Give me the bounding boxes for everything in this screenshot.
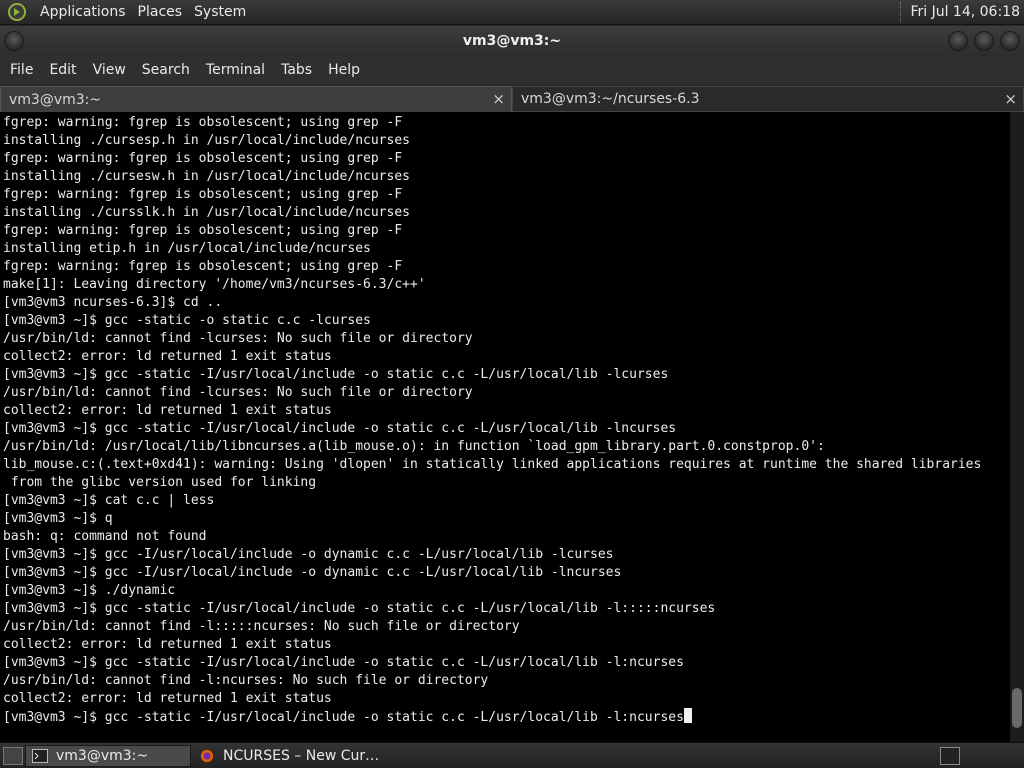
tab-ncurses-label: vm3@vm3:~/ncurses-6.3 (521, 91, 700, 107)
menu-search[interactable]: Search (136, 62, 196, 78)
menu-tabs[interactable]: Tabs (275, 62, 318, 78)
taskbar-item-terminal[interactable]: vm3@vm3:~ (25, 744, 191, 767)
menu-terminal[interactable]: Terminal (200, 62, 271, 78)
close-tab-icon[interactable]: × (1004, 90, 1017, 108)
terminal-line: /usr/bin/ld: cannot find -l:::::ncurses:… (3, 619, 520, 634)
terminal-line: [vm3@vm3 ~]$ ./dynamic (3, 583, 176, 598)
system-menu[interactable]: System (188, 4, 252, 20)
scrollbar-thumb[interactable] (1012, 688, 1022, 728)
terminal-line: fgrep: warning: fgrep is obsolescent; us… (3, 187, 403, 202)
terminal-line: [vm3@vm3 ncurses-6.3]$ cd .. (3, 295, 223, 310)
terminal-line: installing ./cursesw.h in /usr/local/inc… (3, 169, 410, 184)
terminal-line: [vm3@vm3 ~]$ gcc -I/usr/local/include -o… (3, 565, 622, 580)
terminal-line: bash: q: command not found (3, 529, 207, 544)
terminal-line: /usr/bin/ld: cannot find -lcurses: No su… (3, 385, 473, 400)
clock[interactable]: Fri Jul 14, 06:18 (910, 4, 1024, 20)
terminal-line: /usr/bin/ld: /usr/local/lib/libncurses.a… (3, 439, 825, 454)
terminal-line: [vm3@vm3 ~]$ gcc -static -I/usr/local/in… (3, 601, 716, 616)
terminal-line: installing ./cursesp.h in /usr/local/inc… (3, 133, 410, 148)
terminal-line: collect2: error: ld returned 1 exit stat… (3, 349, 332, 364)
terminal-prompt-line[interactable]: [vm3@vm3 ~]$ gcc -static -I/usr/local/in… (3, 708, 1010, 726)
distro-logo-icon[interactable] (8, 3, 26, 21)
terminal-line: [vm3@vm3 ~]$ gcc -static -I/usr/local/in… (3, 655, 684, 670)
menu-file[interactable]: File (4, 62, 39, 78)
terminal-output[interactable]: fgrep: warning: fgrep is obsolescent; us… (0, 112, 1010, 742)
menu-edit[interactable]: Edit (43, 62, 82, 78)
terminal-launcher-icon[interactable] (940, 747, 960, 765)
terminal-line: /usr/bin/ld: cannot find -lcurses: No su… (3, 331, 473, 346)
terminal-line: collect2: error: ld returned 1 exit stat… (3, 637, 332, 652)
minimize-button[interactable] (948, 31, 968, 51)
terminal-lines: fgrep: warning: fgrep is obsolescent; us… (3, 114, 1010, 708)
terminal-line: fgrep: warning: fgrep is obsolescent; us… (3, 115, 403, 130)
maximize-button[interactable] (974, 31, 994, 51)
terminal-line: installing ./cursslk.h in /usr/local/inc… (3, 205, 410, 220)
terminal-line: fgrep: warning: fgrep is obsolescent; us… (3, 223, 403, 238)
terminal-line: collect2: error: ld returned 1 exit stat… (3, 691, 332, 706)
terminal-line: [vm3@vm3 ~]$ q (3, 511, 113, 526)
tab-home[interactable]: vm3@vm3:~ × (0, 86, 512, 112)
terminal-line: [vm3@vm3 ~]$ gcc -static -o static c.c -… (3, 313, 371, 328)
tab-home-label: vm3@vm3:~ (9, 91, 102, 108)
menu-help[interactable]: Help (322, 62, 366, 78)
terminal-line: installing etip.h in /usr/local/include/… (3, 241, 371, 256)
terminal-scrollbar[interactable] (1010, 112, 1024, 742)
menu-view[interactable]: View (87, 62, 132, 78)
taskbar-item-label: NCURSES – New Cur… (223, 747, 380, 764)
applications-menu[interactable]: Applications (34, 4, 132, 20)
terminal-line: /usr/bin/ld: cannot find -l:ncurses: No … (3, 673, 489, 688)
window-title: vm3@vm3:~ (462, 33, 562, 49)
terminal-line: fgrep: warning: fgrep is obsolescent; us… (3, 259, 403, 274)
terminal-line: from the glibc version used for linking (3, 475, 317, 490)
terminal-line: [vm3@vm3 ~]$ gcc -I/usr/local/include -o… (3, 547, 614, 562)
taskbar-item-label: vm3@vm3:~ (56, 747, 149, 764)
places-menu[interactable]: Places (132, 4, 189, 20)
close-window-button[interactable] (1000, 31, 1020, 51)
terminal-line: [vm3@vm3 ~]$ gcc -static -I/usr/local/in… (3, 367, 669, 382)
prompt-command: [vm3@vm3 ~]$ gcc -static -I/usr/local/in… (3, 710, 684, 725)
bottom-taskbar: vm3@vm3:~ NCURSES – New Cur… (0, 742, 1024, 768)
terminal-line: lib_mouse.c:(.text+0xd41): warning: Usin… (3, 457, 982, 472)
taskbar-item-firefox[interactable]: NCURSES – New Cur… (193, 745, 393, 767)
terminal-icon (32, 748, 48, 763)
panel-separator (900, 2, 902, 22)
text-cursor (683, 708, 692, 723)
top-panel: Applications Places System Fri Jul 14, 0… (0, 0, 1024, 25)
terminal-line: fgrep: warning: fgrep is obsolescent; us… (3, 151, 403, 166)
menubar: File Edit View Search Terminal Tabs Help (0, 56, 1024, 84)
firefox-icon (200, 749, 214, 762)
tab-ncurses[interactable]: vm3@vm3:~/ncurses-6.3 × (512, 86, 1024, 112)
tab-bar: vm3@vm3:~ × vm3@vm3:~/ncurses-6.3 × (0, 86, 1024, 112)
window-titlebar[interactable]: vm3@vm3:~ (0, 26, 1024, 56)
close-tab-icon[interactable]: × (492, 90, 505, 108)
terminal-line: collect2: error: ld returned 1 exit stat… (3, 403, 332, 418)
terminal-line: [vm3@vm3 ~]$ cat c.c | less (3, 493, 215, 508)
window-menu-button[interactable] (4, 31, 24, 51)
show-desktop-icon[interactable] (3, 746, 23, 765)
terminal-line: [vm3@vm3 ~]$ gcc -static -I/usr/local/in… (3, 421, 677, 436)
terminal-line: make[1]: Leaving directory '/home/vm3/nc… (3, 277, 426, 292)
